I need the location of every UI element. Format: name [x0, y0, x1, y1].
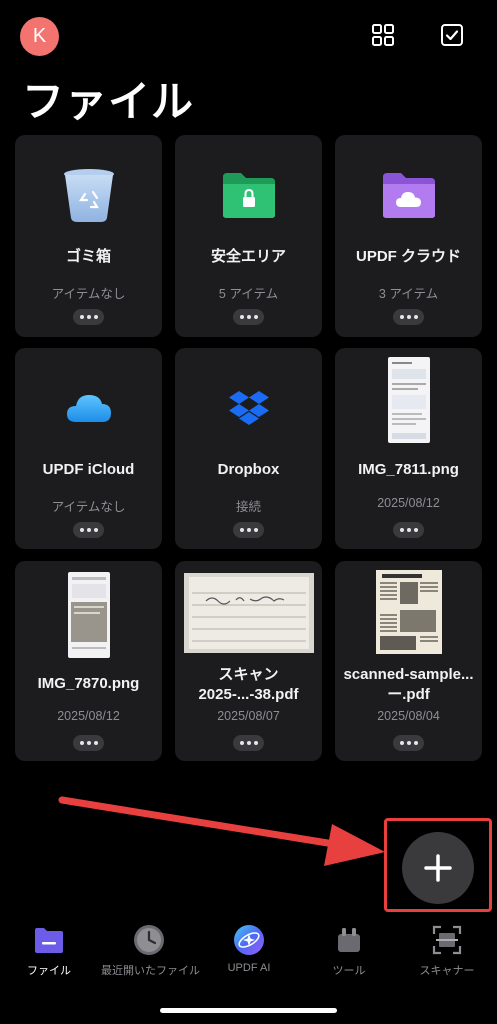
file-name: IMG_7811.png	[358, 461, 459, 478]
add-button[interactable]	[402, 832, 474, 904]
tab-label: UPDF AI	[227, 962, 271, 974]
page-title: ファイル	[22, 78, 195, 125]
file-meta: 2025/08/07	[217, 709, 280, 723]
avatar[interactable]: K	[20, 17, 59, 56]
file-name: 安全エリア	[210, 248, 286, 265]
more-button[interactable]	[233, 522, 264, 538]
file-name: UPDF クラウド	[355, 248, 461, 265]
tools-icon	[338, 928, 360, 952]
tab-updf-ai[interactable]: UPDF AI	[201, 922, 297, 974]
tab-label: ファイル	[27, 965, 71, 977]
more-button[interactable]	[233, 735, 264, 751]
file-meta: アイテムなし	[51, 287, 126, 301]
file-name: UPDF iCloud	[42, 461, 135, 478]
annotation-arrow	[58, 796, 385, 866]
file-name: スキャン 2025-...-38.pdf	[198, 666, 299, 703]
file-meta: 5 アイテム	[218, 287, 279, 301]
tab-tools[interactable]: ツール	[301, 922, 397, 978]
file-meta: 2025/08/12	[57, 709, 120, 723]
tab-scanner[interactable]: スキャナー	[399, 922, 495, 978]
tab-files[interactable]: ファイル	[1, 922, 97, 978]
file-meta: 2025/08/04	[377, 709, 440, 723]
more-button[interactable]	[393, 309, 424, 325]
image-thumbnail	[387, 357, 430, 443]
icloud-icon	[66, 395, 111, 422]
file-card-icloud[interactable]: UPDF iCloud アイテムなし	[15, 348, 162, 549]
more-button[interactable]	[73, 522, 104, 538]
file-card-scan-pdf[interactable]: スキャン 2025-...-38.pdf 2025/08/07	[175, 561, 322, 761]
cloud-folder-icon	[382, 173, 435, 218]
tab-recent-files[interactable]: 最近開いたファイル	[101, 922, 200, 978]
trash-icon	[63, 169, 114, 222]
image-thumbnail	[67, 572, 110, 658]
select-checkbox-icon[interactable]	[439, 22, 465, 48]
clock-icon	[134, 925, 164, 955]
ai-icon	[234, 925, 264, 955]
file-name: ゴミ箱	[65, 248, 111, 265]
file-card-img-7870[interactable]: IMG_7870.png 2025/08/12	[15, 561, 162, 761]
file-card-dropbox[interactable]: Dropbox 接続	[175, 348, 322, 549]
file-card-secure-area[interactable]: 安全エリア 5 アイテム	[175, 135, 322, 337]
file-meta: 2025/08/12	[377, 496, 440, 510]
dropbox-icon	[228, 391, 269, 425]
more-button[interactable]	[73, 735, 104, 751]
more-button[interactable]	[73, 309, 104, 325]
scanner-icon	[432, 925, 462, 955]
file-meta: 3 アイテム	[378, 287, 439, 301]
file-name: Dropbox	[217, 461, 280, 478]
file-meta: 接続	[235, 500, 261, 514]
more-button[interactable]	[233, 309, 264, 325]
grid-view-icon[interactable]	[370, 22, 396, 48]
file-meta: アイテムなし	[51, 500, 126, 514]
lock-folder-icon	[222, 173, 275, 218]
pdf-thumbnail	[183, 573, 314, 653]
more-button[interactable]	[393, 735, 424, 751]
tab-label: ツール	[332, 965, 366, 977]
file-name: scanned-sample...ー.pdf	[343, 666, 474, 703]
tab-label: スキャナー	[419, 965, 475, 977]
more-button[interactable]	[393, 522, 424, 538]
files-icon	[35, 928, 63, 953]
pdf-thumbnail	[375, 570, 442, 654]
home-indicator	[160, 1008, 337, 1013]
file-card-img-7811[interactable]: IMG_7811.png 2025/08/12	[335, 348, 482, 549]
file-card-trash[interactable]: ゴミ箱 アイテムなし	[15, 135, 162, 337]
file-card-updf-cloud[interactable]: UPDF クラウド 3 アイテム	[335, 135, 482, 337]
plus-icon	[424, 854, 452, 882]
file-card-scanned-sample-pdf[interactable]: scanned-sample...ー.pdf 2025/08/04	[335, 561, 482, 761]
tab-label: 最近開いたファイル	[101, 965, 200, 977]
file-name: IMG_7870.png	[37, 675, 140, 692]
